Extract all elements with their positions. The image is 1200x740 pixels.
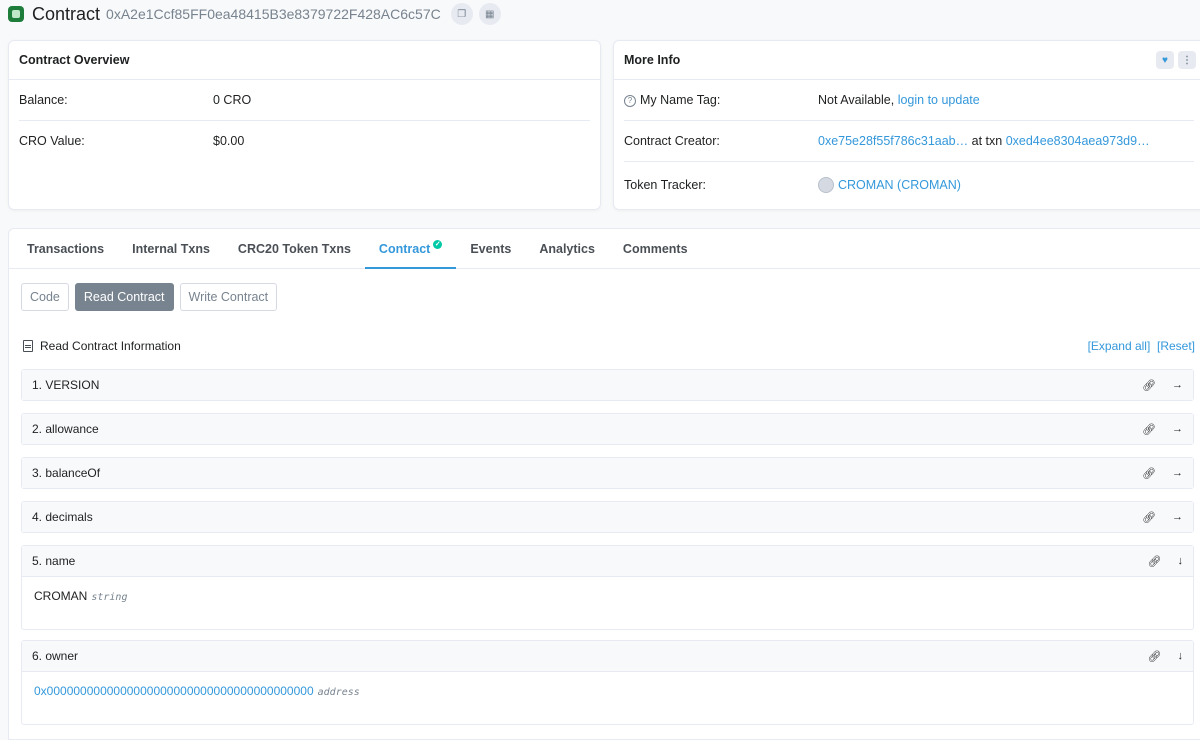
function-label: 1. VERSION xyxy=(32,378,100,392)
balance-label: Balance: xyxy=(19,93,68,107)
copy-icon[interactable]: ❐ xyxy=(450,3,473,25)
cro-value-label: CRO Value: xyxy=(19,134,85,148)
function-header[interactable]: 3. balanceOf 🔗︎ → xyxy=(22,458,1193,488)
document-icon xyxy=(23,340,33,352)
function-header[interactable]: 2. allowance 🔗︎ → xyxy=(22,414,1193,444)
function-label: 2. allowance xyxy=(32,422,99,436)
creator-at-text: at txn xyxy=(971,134,1003,148)
function-item: 1. VERSION 🔗︎ → xyxy=(21,369,1194,401)
code-button[interactable]: Code xyxy=(21,283,69,311)
tab-transactions[interactable]: Transactions xyxy=(13,229,118,268)
function-label: 6. owner xyxy=(32,649,79,663)
expand-reset-links: [Expand all] [Reset] xyxy=(1088,339,1195,353)
function-label: 3. balanceOf xyxy=(32,466,101,480)
verified-check-icon: ✓ xyxy=(433,240,443,249)
tab-contract[interactable]: Contract ✓ xyxy=(364,229,457,269)
tracker-row: Token Tracker: CROMAN (CROMAN) xyxy=(624,161,1194,208)
tab-crc20-token-txns[interactable]: CRC20 Token Txns xyxy=(224,229,365,268)
function-label: 4. decimals xyxy=(32,510,93,524)
expand-all-link[interactable]: [Expand all] xyxy=(1088,339,1151,353)
link-icon[interactable]: 🔗︎ xyxy=(1142,511,1156,524)
result-type: string xyxy=(91,592,128,603)
function-header[interactable]: 6. owner 🔗︎ ↓ xyxy=(22,641,1193,671)
qr-code-icon[interactable]: ▦ xyxy=(478,3,501,25)
overview-title: Contract Overview xyxy=(9,41,600,80)
tab-comments[interactable]: Comments xyxy=(609,229,702,268)
creator-address-link[interactable]: 0xe75e28f55f786c31aab… xyxy=(818,134,968,148)
function-item: 3. balanceOf 🔗︎ → xyxy=(21,457,1194,489)
function-item: 2. allowance 🔗︎ → xyxy=(21,413,1194,445)
login-link[interactable]: login to update xyxy=(898,93,980,107)
balance-row: Balance: 0 CRO xyxy=(19,80,590,120)
owner-address-link[interactable]: 0x00000000000000000000000000000000000000… xyxy=(34,684,314,698)
heart-icon[interactable]: ♥ xyxy=(1156,51,1174,69)
read-contract-button[interactable]: Read Contract xyxy=(74,283,174,311)
contract-overview-card: Contract Overview Balance: 0 CRO CRO Val… xyxy=(8,40,601,210)
more-options-icon[interactable]: ⋮ xyxy=(1178,51,1196,69)
token-icon xyxy=(818,177,834,193)
function-result: 0x00000000000000000000000000000000000000… xyxy=(22,671,1193,724)
creator-row: Contract Creator: 0xe75e28f55f786c31aab…… xyxy=(624,120,1194,161)
help-icon: ? xyxy=(624,94,636,107)
function-result: CROMAN string xyxy=(22,576,1193,629)
arrow-down-icon[interactable]: ↓ xyxy=(1178,555,1184,568)
function-label: 5. name xyxy=(32,554,76,568)
tab-internal-txns[interactable]: Internal Txns xyxy=(118,229,224,268)
function-header[interactable]: 5. name 🔗︎ ↓ xyxy=(22,546,1193,576)
token-tracker-link[interactable]: CROMAN (CROMAN) xyxy=(838,178,961,192)
function-item: 5. name 🔗︎ ↓ CROMAN string xyxy=(21,545,1194,630)
balance-value: 0 CRO xyxy=(213,93,252,107)
contract-subnav: Code Read Contract Write Contract xyxy=(21,283,278,311)
tracker-label: Token Tracker: xyxy=(624,178,706,192)
read-contract-info-title: Read Contract Information xyxy=(40,339,181,353)
function-item: 4. decimals 🔗︎ → xyxy=(21,501,1194,533)
result-value: CROMAN xyxy=(34,589,88,603)
link-icon[interactable]: 🔗︎ xyxy=(1148,555,1162,568)
cro-value-row: CRO Value: $0.00 xyxy=(19,120,590,161)
tab-contract-label: Contract xyxy=(378,241,431,256)
creator-label: Contract Creator: xyxy=(624,134,720,148)
creator-txn-link[interactable]: 0xed4ee8304aea973d9… xyxy=(1006,134,1150,148)
tab-bar: Transactions Internal Txns CRC20 Token T… xyxy=(9,229,1200,269)
link-icon[interactable]: 🔗︎ xyxy=(1142,379,1156,392)
more-info-card: More Info ♥ ⋮ ? My Name Tag: Not Availabl… xyxy=(613,40,1200,210)
result-type: address xyxy=(317,687,360,698)
page-title: Contract xyxy=(32,3,101,24)
arrow-right-icon[interactable]: → xyxy=(1172,379,1183,392)
arrow-right-icon[interactable]: → xyxy=(1172,423,1183,436)
cro-value-value: $0.00 xyxy=(213,134,245,148)
name-tag-row: ? My Name Tag: Not Available, login to up… xyxy=(624,80,1194,120)
contract-address: 0xA2e1Ccf85FF0ea48415B3e8379722F428AC6c5… xyxy=(106,6,441,22)
name-tag-value: Not Available, xyxy=(818,93,895,107)
tab-analytics[interactable]: Analytics xyxy=(525,229,609,268)
more-info-header: More Info ♥ ⋮ xyxy=(614,41,1200,80)
link-icon[interactable]: 🔗︎ xyxy=(1148,650,1162,663)
page-header: Contract 0xA2e1Ccf85FF0ea48415B3e8379722… xyxy=(8,2,507,26)
function-header[interactable]: 1. VERSION 🔗︎ → xyxy=(22,370,1193,400)
arrow-right-icon[interactable]: → xyxy=(1172,511,1183,524)
arrow-down-icon[interactable]: ↓ xyxy=(1178,650,1184,663)
tab-events[interactable]: Events xyxy=(456,229,525,268)
more-info-title: More Info xyxy=(624,53,681,67)
name-tag-label: My Name Tag: xyxy=(640,93,721,107)
link-icon[interactable]: 🔗︎ xyxy=(1142,467,1156,480)
write-contract-button[interactable]: Write Contract xyxy=(179,283,278,311)
link-icon[interactable]: 🔗︎ xyxy=(1142,423,1156,436)
reset-link[interactable]: [Reset] xyxy=(1157,339,1195,353)
arrow-right-icon[interactable]: → xyxy=(1172,467,1183,480)
read-contract-info: Read Contract Information xyxy=(23,339,181,353)
contract-tabs-card: Transactions Internal Txns CRC20 Token T… xyxy=(8,228,1200,740)
contract-icon xyxy=(8,6,24,22)
function-item: 6. owner 🔗︎ ↓ 0x0000000000000000000000000… xyxy=(21,640,1194,725)
function-header[interactable]: 4. decimals 🔗︎ → xyxy=(22,502,1193,532)
